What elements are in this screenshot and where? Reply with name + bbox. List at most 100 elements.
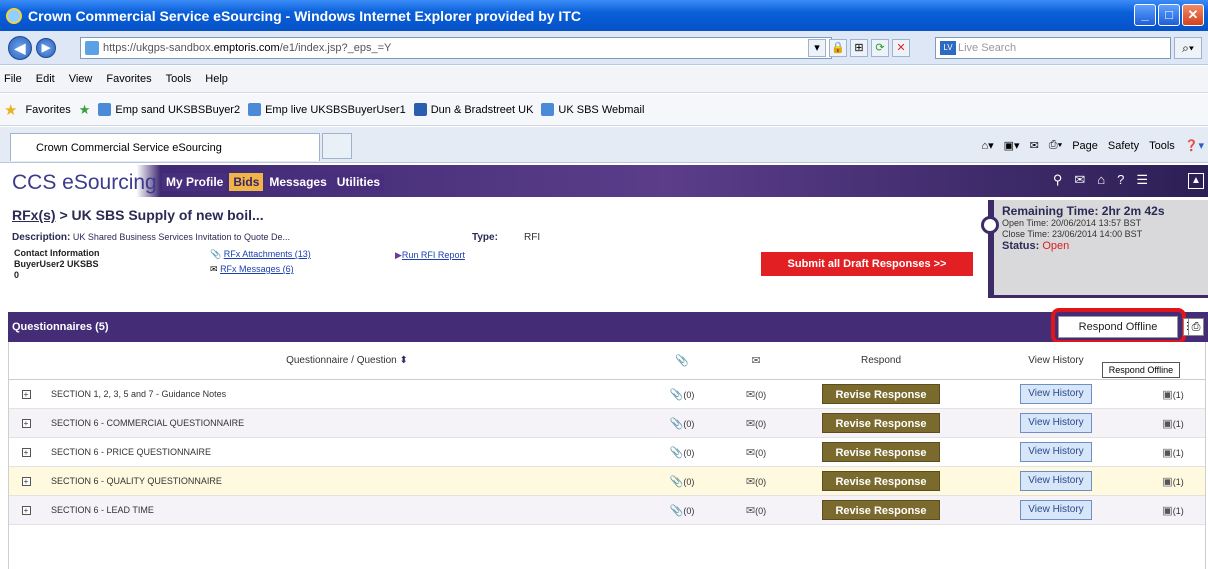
attachment-count: (0) bbox=[683, 476, 695, 487]
window-title: Crown Commercial Service eSourcing - Win… bbox=[28, 7, 581, 24]
main-nav: My Profile Bids Messages Utilities bbox=[162, 173, 385, 191]
tools-menu[interactable]: Tools bbox=[1149, 140, 1175, 152]
attachment-cell[interactable]: 📎(0) bbox=[643, 446, 721, 459]
search-icon[interactable]: ⚲ bbox=[1053, 172, 1063, 188]
browser-tab[interactable]: Crown Commercial Service eSourcing bbox=[10, 133, 320, 161]
question-name[interactable]: SECTION 6 - PRICE QUESTIONNAIRE bbox=[43, 447, 643, 457]
respond-cell: Revise Response bbox=[791, 471, 971, 491]
feeds-icon[interactable]: ▣▾ bbox=[1004, 139, 1020, 152]
run-report-link[interactable]: Run RFI Report bbox=[402, 250, 465, 260]
nav-bids[interactable]: Bids bbox=[229, 173, 264, 191]
envelope-icon: ✉ bbox=[745, 417, 756, 430]
view-history-button[interactable]: View History bbox=[1020, 384, 1092, 404]
attachment-cell[interactable]: 📎(0) bbox=[643, 388, 721, 401]
add-favorite-icon[interactable]: ★ bbox=[79, 102, 91, 118]
history-cell: View History bbox=[971, 413, 1141, 433]
close-button[interactable]: ✕ bbox=[1182, 4, 1204, 26]
expand-icon[interactable]: ▲ bbox=[1188, 173, 1204, 189]
question-name[interactable]: SECTION 6 - COMMERCIAL QUESTIONNAIRE bbox=[43, 418, 643, 428]
mail-icon[interactable]: ✉ bbox=[1074, 172, 1085, 188]
menu-file[interactable]: File bbox=[4, 73, 22, 85]
help-icon[interactable]: ? bbox=[1117, 172, 1124, 188]
lock-icon[interactable]: 🔒 bbox=[829, 39, 847, 57]
compat-icon[interactable]: ⊞ bbox=[850, 39, 868, 57]
revise-response-button[interactable]: Revise Response bbox=[822, 413, 940, 433]
page-menu[interactable]: Page bbox=[1072, 140, 1098, 152]
revise-response-button[interactable]: Revise Response bbox=[822, 384, 940, 404]
expand-icon[interactable]: + bbox=[21, 476, 31, 486]
revise-response-button[interactable]: Revise Response bbox=[822, 442, 940, 462]
minimize-button[interactable]: _ bbox=[1134, 4, 1156, 26]
doc-cell[interactable]: ▣(1) bbox=[1141, 417, 1205, 430]
view-history-button[interactable]: View History bbox=[1020, 442, 1092, 462]
header-respond: Respond bbox=[860, 355, 902, 366]
nav-my-profile[interactable]: My Profile bbox=[162, 173, 228, 191]
back-button[interactable]: ◀ bbox=[8, 36, 32, 60]
refresh-icon[interactable]: ⟳ bbox=[871, 39, 889, 57]
home-icon[interactable]: ⌂ bbox=[1097, 172, 1105, 188]
attachment-cell[interactable]: 📎(0) bbox=[643, 417, 721, 430]
doc-cell[interactable]: ▣(1) bbox=[1141, 446, 1205, 459]
print-icon[interactable]: ⎙ bbox=[1188, 318, 1204, 336]
favorite-item[interactable]: Emp live UKSBSBuyerUser1 bbox=[248, 103, 406, 116]
address-field[interactable]: https://ukgps-sandbox.emptoris.com/e1/in… bbox=[80, 37, 832, 59]
new-tab-button[interactable] bbox=[322, 133, 352, 159]
doc-cell[interactable]: ▣(1) bbox=[1141, 388, 1205, 401]
breadcrumb-rfx-link[interactable]: RFx(s) bbox=[12, 207, 56, 223]
attachment-cell[interactable]: 📎(0) bbox=[643, 475, 721, 488]
question-name[interactable]: SECTION 6 - QUALITY QUESTIONNAIRE bbox=[43, 476, 643, 486]
url-suffix: /e1/index.jsp?_eps_=Y bbox=[279, 42, 392, 54]
favorite-item[interactable]: Emp sand UKSBSBuyer2 bbox=[98, 103, 240, 116]
menu-favorites[interactable]: Favorites bbox=[106, 73, 151, 85]
expand-icon[interactable]: + bbox=[21, 418, 31, 428]
tab-label: Crown Commercial Service eSourcing bbox=[36, 141, 222, 154]
address-tools: ▾ 🔒 ⊞ ⟳ ✕ bbox=[808, 39, 910, 57]
message-cell[interactable]: ✉(0) bbox=[721, 446, 791, 459]
stop-icon[interactable]: ✕ bbox=[892, 39, 910, 57]
safety-menu[interactable]: Safety bbox=[1108, 140, 1139, 152]
menu-view[interactable]: View bbox=[69, 73, 93, 85]
menu-help[interactable]: Help bbox=[205, 73, 228, 85]
status-label: Status: bbox=[1002, 240, 1040, 252]
message-cell[interactable]: ✉(0) bbox=[721, 417, 791, 430]
favorites-label[interactable]: Favorites bbox=[25, 104, 70, 116]
favorite-label: UK SBS Webmail bbox=[558, 103, 645, 116]
attachments-link[interactable]: RFx Attachments (13) bbox=[224, 249, 311, 259]
breadcrumb: RFx(s) > UK SBS Supply of new boil... bbox=[12, 207, 264, 223]
forward-button[interactable]: ▶ bbox=[36, 38, 56, 58]
help-icon[interactable]: ❓▾ bbox=[1185, 139, 1204, 152]
sort-icon[interactable]: ⬍ bbox=[397, 355, 407, 366]
message-count: (0) bbox=[755, 418, 767, 429]
favorite-item[interactable]: UK SBS Webmail bbox=[541, 103, 644, 116]
view-history-button[interactable]: View History bbox=[1020, 413, 1092, 433]
view-history-button[interactable]: View History bbox=[1020, 471, 1092, 491]
questionnaires-header: Questionnaires (5) bbox=[8, 312, 1208, 342]
revise-response-button[interactable]: Revise Response bbox=[822, 471, 940, 491]
menu-tools[interactable]: Tools bbox=[166, 73, 192, 85]
question-name[interactable]: SECTION 1, 2, 3, 5 and 7 - Guidance Note… bbox=[43, 389, 643, 399]
doc-cell[interactable]: ▣(1) bbox=[1141, 475, 1205, 488]
nav-messages[interactable]: Messages bbox=[265, 173, 331, 191]
print-icon[interactable]: ⎙▾ bbox=[1049, 139, 1062, 152]
header-question[interactable]: Questionnaire / Question ⬍ bbox=[43, 355, 643, 366]
submit-all-button[interactable]: Submit all Draft Responses >> bbox=[761, 252, 973, 276]
mail-icon[interactable]: ✉ bbox=[1030, 139, 1039, 152]
favorite-item[interactable]: Dun & Bradstreet UK bbox=[413, 103, 533, 116]
maximize-button[interactable]: □ bbox=[1158, 4, 1180, 26]
dropdown-icon[interactable]: ▾ bbox=[808, 39, 826, 57]
menu-edit[interactable]: Edit bbox=[36, 73, 55, 85]
message-cell[interactable]: ✉(0) bbox=[721, 475, 791, 488]
messages-link[interactable]: RFx Messages (6) bbox=[220, 264, 294, 274]
search-input[interactable]: LV Live Search bbox=[935, 37, 1171, 59]
expand-icon[interactable]: + bbox=[21, 389, 31, 399]
search-button[interactable]: ⌕▾ bbox=[1174, 37, 1202, 59]
message-cell[interactable]: ✉(0) bbox=[721, 388, 791, 401]
users-icon[interactable]: ☰ bbox=[1136, 172, 1148, 188]
message-count: (0) bbox=[755, 447, 767, 458]
expand-icon[interactable]: + bbox=[21, 447, 31, 457]
nav-utilities[interactable]: Utilities bbox=[332, 173, 385, 191]
url-prefix: https://ukgps-sandbox. bbox=[103, 42, 214, 54]
home-icon[interactable]: ⌂▾ bbox=[981, 139, 993, 152]
table-empty-area bbox=[8, 512, 1206, 569]
envelope-icon: ✉ bbox=[745, 388, 756, 401]
